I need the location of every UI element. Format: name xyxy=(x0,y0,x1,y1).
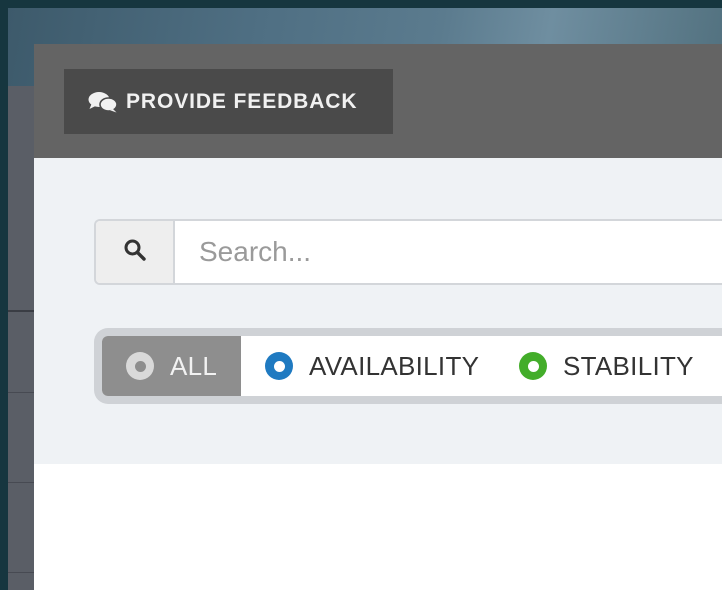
filter-availability[interactable]: AVAILABILITY xyxy=(241,336,494,396)
search-icon xyxy=(123,238,147,267)
search-addon[interactable] xyxy=(96,221,175,283)
filter-all-label: ALL xyxy=(170,350,218,381)
filter-all[interactable]: ALL xyxy=(102,336,241,396)
filter-availability-label: AVAILABILITY xyxy=(309,350,480,381)
filter-panel: ALL AVAILABILITY STABILITY xyxy=(34,158,722,464)
comments-icon xyxy=(88,91,118,113)
modal-header: PROVIDE FEEDBACK xyxy=(34,44,722,158)
availability-circle-icon xyxy=(265,352,293,380)
filter-stability[interactable]: STABILITY xyxy=(494,336,714,396)
stability-circle-icon xyxy=(519,352,547,380)
modal-dialog: PROVIDE FEEDBACK ALL xyxy=(34,44,722,590)
radio-selected-icon xyxy=(126,352,154,380)
filter-stability-label: STABILITY xyxy=(563,350,694,381)
search-input[interactable] xyxy=(175,221,722,283)
filter-segmented-control: ALL AVAILABILITY STABILITY xyxy=(94,328,722,404)
provide-feedback-label: PROVIDE FEEDBACK xyxy=(126,89,358,113)
search-bar xyxy=(94,219,722,285)
provide-feedback-button[interactable]: PROVIDE FEEDBACK xyxy=(64,69,393,134)
